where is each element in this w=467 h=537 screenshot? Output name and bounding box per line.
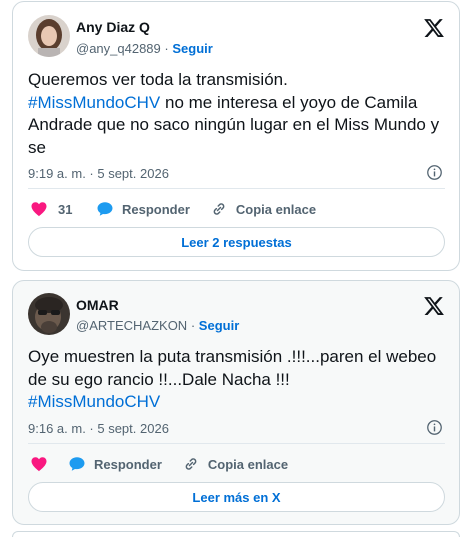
- info-icon[interactable]: [426, 164, 443, 181]
- separator-dot: ·: [164, 41, 169, 56]
- author-handle[interactable]: @any_q42889: [76, 41, 161, 56]
- action-bar: Responder Copia enlace: [30, 453, 445, 475]
- avatar[interactable]: [28, 293, 70, 335]
- read-replies-button[interactable]: Leer 2 respuestas: [28, 227, 445, 257]
- separator-dot: ·: [190, 318, 196, 333]
- like-button[interactable]: [30, 455, 68, 473]
- link-icon: [185, 458, 197, 470]
- timestamp[interactable]: 9:16 a. m. · 5 sept. 2026: [28, 421, 169, 436]
- copy-link-label: Copia enlace: [207, 456, 289, 472]
- action-bar: 31 Responder Copia enlace: [30, 198, 445, 220]
- copy-link-label: Copia enlace: [235, 201, 317, 217]
- divider: [28, 188, 445, 189]
- divider: [28, 443, 445, 444]
- reply-button[interactable]: Responder: [96, 200, 190, 218]
- follow-button[interactable]: Seguir: [172, 41, 212, 56]
- author-handle-line: @ARTECHAZKON · Seguir: [76, 318, 239, 333]
- author-handle[interactable]: @ARTECHAZKON: [76, 318, 187, 333]
- x-logo-icon[interactable]: [423, 17, 445, 39]
- reply-bubble-icon: [97, 202, 113, 216]
- next-card-edge: [12, 531, 460, 537]
- tweet-text-line: Queremos ver toda la transmisión.: [28, 70, 288, 89]
- link-icon: [213, 203, 225, 215]
- timestamp[interactable]: 9:19 a. m. · 5 sept. 2026: [28, 166, 169, 181]
- like-button[interactable]: 31: [30, 200, 96, 218]
- follow-button[interactable]: Seguir: [199, 318, 239, 333]
- hashtag-link[interactable]: #MissMundoCHV: [28, 93, 160, 112]
- author-handle-line: @any_q42889 · Seguir: [76, 41, 213, 56]
- reply-bubble-icon: [69, 457, 85, 471]
- x-logo-icon[interactable]: [423, 295, 445, 317]
- tweet-card[interactable]: Any Diaz Q @any_q42889 · Seguir Queremos…: [12, 1, 460, 271]
- tweet-card[interactable]: OMAR @ARTECHAZKON · Seguir Oye muestren …: [12, 280, 460, 525]
- reply-label: Responder: [122, 201, 190, 217]
- read-more-button[interactable]: Leer más en X: [28, 482, 445, 512]
- reply-button[interactable]: Responder: [68, 455, 162, 473]
- tweet-text: Queremos ver toda la transmisión. #MissM…: [28, 69, 445, 159]
- author-name[interactable]: OMAR: [76, 297, 119, 313]
- copy-link-button[interactable]: Copia enlace: [210, 200, 316, 218]
- author-name[interactable]: Any Diaz Q: [76, 19, 150, 35]
- copy-link-button[interactable]: Copia enlace: [182, 455, 288, 473]
- heart-icon: [31, 457, 47, 472]
- avatar[interactable]: [28, 15, 70, 57]
- info-icon[interactable]: [426, 419, 443, 436]
- reply-label: Responder: [94, 456, 162, 472]
- heart-icon: [31, 202, 47, 217]
- tweet-text-main: Oye muestren la puta transmisión .!!!...…: [28, 347, 437, 389]
- hashtag-link[interactable]: #MissMundoCHV: [28, 391, 445, 414]
- tweet-text: Oye muestren la puta transmisión .!!!...…: [28, 346, 445, 414]
- like-count: 31: [58, 201, 73, 217]
